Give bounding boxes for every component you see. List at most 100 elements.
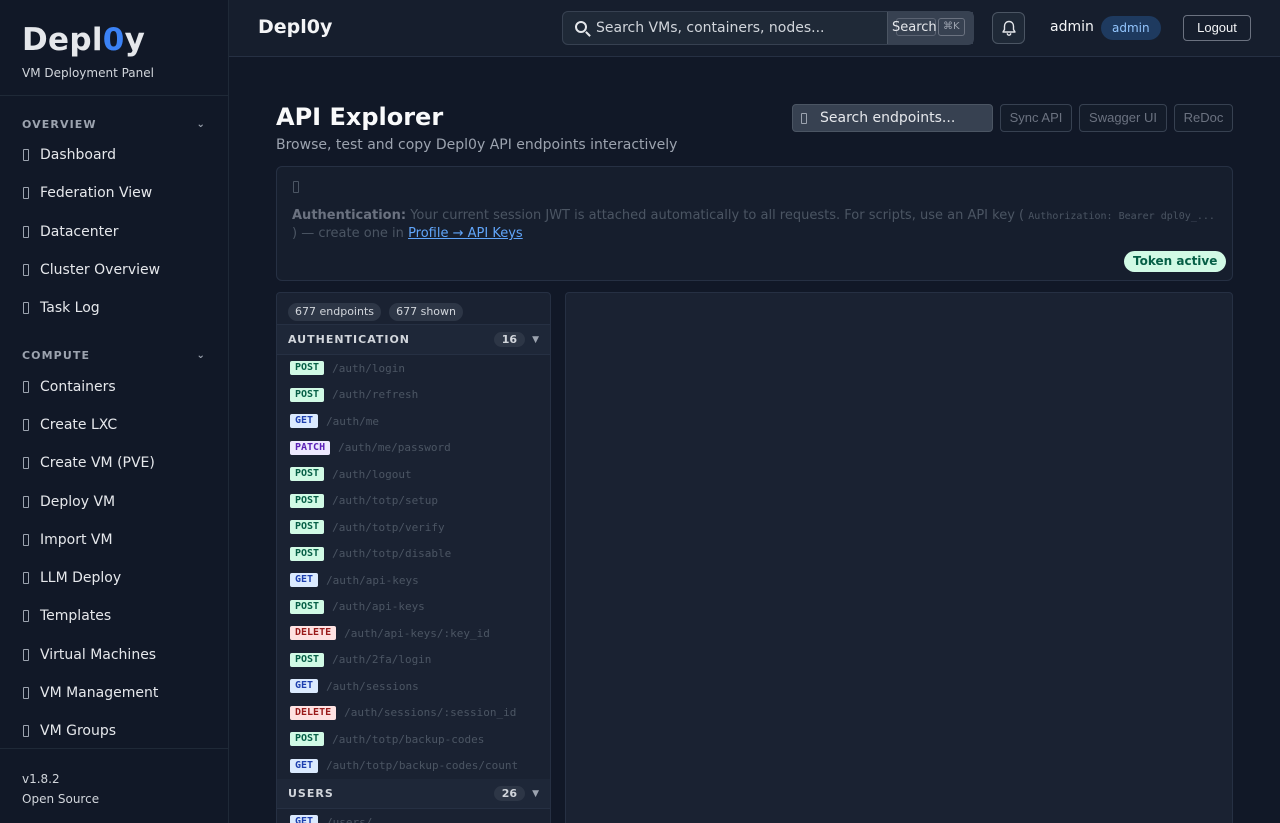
endpoint-row[interactable]: GET/auth/sessions (277, 673, 550, 700)
topbar-title: Depl0y (258, 16, 333, 38)
redoc-button[interactable]: ReDoc (1174, 104, 1233, 132)
brand: Depl0y VM Deployment Panel (0, 0, 228, 96)
sidebar-item-import-vm[interactable]: Import VM (22, 521, 206, 559)
sidebar-item-label: Virtual Machines (40, 646, 157, 663)
sidebar-item-templates[interactable]: Templates (22, 597, 206, 635)
endpoint-group-count: 16 (493, 332, 526, 347)
sidebar-item-cluster-overview[interactable]: Cluster Overview (22, 251, 206, 289)
method-badge: PATCH (290, 440, 331, 455)
endpoint-group-header-users[interactable]: USERS 26 ▼ (277, 779, 550, 809)
token-status-badge: Token active (1124, 251, 1227, 272)
bell-icon (1002, 20, 1016, 36)
sidebar-item-label: Deploy VM (40, 493, 116, 510)
sidebar-item-label: Import VM (40, 531, 113, 548)
nav-section-header[interactable]: COMPUTE ⌄ (22, 345, 206, 365)
endpoint-row[interactable]: GET/users/ (277, 809, 550, 823)
brand-subtitle: VM Deployment Panel (22, 66, 154, 80)
chevron-down-icon: ⌄ (196, 118, 206, 130)
endpoint-path: /auth/me (326, 414, 380, 428)
logout-button[interactable]: Logout (1183, 15, 1251, 41)
endpoint-path: /auth/api-keys/:key_id (344, 626, 490, 640)
method-badge: GET (290, 758, 319, 773)
sidebar: Depl0y VM Deployment Panel OVERVIEW ⌄ Dash… (0, 0, 229, 823)
auth-notice-card: Authentication: Your current session JWT… (276, 166, 1233, 281)
sidebar-item-create-lxc[interactable]: Create LXC (22, 406, 206, 444)
method-badge: GET (290, 815, 319, 823)
search-button[interactable]: Search ⌘K (887, 12, 973, 44)
brand-logo[interactable]: Depl0y (22, 22, 206, 58)
endpoint-path: /auth/totp/backup-codes/count (326, 759, 519, 773)
method-badge: GET (290, 679, 319, 694)
sidebar-item-llm-deploy[interactable]: LLM Deploy (22, 559, 206, 597)
endpoint-row[interactable]: POST/auth/2fa/login (277, 647, 550, 674)
role-badge: admin (1101, 16, 1161, 40)
auth-notice-text: Authentication: Your current session JWT… (292, 207, 1222, 242)
profile-api-keys-link[interactable]: Profile → API Keys (408, 226, 523, 241)
endpoint-row[interactable]: POST/auth/totp/verify (277, 514, 550, 541)
sidebar-nav: OVERVIEW ⌄ Dashboard Federation View Datacen… (0, 114, 228, 750)
endpoint-group-count: 26 (493, 786, 526, 801)
global-search-input[interactable]: Search VMs, containers, nodes... (596, 20, 825, 36)
sidebar-item-containers[interactable]: Containers (22, 367, 206, 405)
shortcut-key: ⌘K (938, 18, 965, 36)
sidebar-item-label: Create LXC (40, 416, 118, 433)
sidebar-item-label: VM Management (40, 685, 159, 701)
endpoint-detail-panel (565, 292, 1233, 823)
sidebar-item-label: Cluster Overview (40, 262, 161, 279)
main-content: API Explorer Browse, test and copy Depl0… (229, 57, 1280, 823)
search-icon (801, 113, 807, 124)
endpoint-row[interactable]: DELETE/auth/api-keys/:key_id (277, 620, 550, 647)
sidebar-item-vm-management[interactable]: VM Management (22, 674, 206, 712)
endpoint-path: /auth/totp/verify (332, 520, 445, 534)
endpoint-row[interactable]: GET/auth/totp/backup-codes/count (277, 753, 550, 780)
sidebar-item-deploy-vm[interactable]: Deploy VM (22, 482, 206, 520)
sidebar-item-datacenter[interactable]: Datacenter (22, 213, 206, 251)
endpoint-row[interactable]: POST/auth/totp/setup (277, 488, 550, 515)
deploy-vm-icon (23, 495, 29, 508)
nav-section-title: COMPUTE (22, 348, 91, 362)
endpoint-row[interactable]: POST/auth/logout (277, 461, 550, 488)
dashboard-icon (23, 149, 29, 162)
endpoint-row[interactable]: PATCH/auth/me/password (277, 435, 550, 462)
endpoint-row[interactable]: POST/auth/totp/disable (277, 541, 550, 568)
virtual-machines-icon (23, 648, 29, 661)
sidebar-item-virtual-machines[interactable]: Virtual Machines (22, 636, 206, 674)
vm-management-icon (23, 687, 29, 699)
endpoint-path: /auth/totp/backup-codes (332, 732, 485, 746)
endpoint-row[interactable]: GET/auth/api-keys (277, 567, 550, 594)
sidebar-item-task-log[interactable]: Task Log (22, 289, 206, 327)
sync-api-button[interactable]: Sync API (1000, 104, 1072, 132)
sidebar-item-label: Datacenter (40, 223, 119, 240)
endpoint-row[interactable]: POST/auth/refresh (277, 382, 550, 409)
notifications-button[interactable] (992, 12, 1025, 44)
user-name[interactable]: admin (1050, 19, 1094, 35)
endpoint-group-meta: 16 ▼ (493, 332, 539, 347)
swagger-ui-button[interactable]: Swagger UI (1079, 104, 1167, 132)
endpoint-row[interactable]: POST/auth/login (277, 355, 550, 382)
endpoint-row[interactable]: POST/auth/api-keys (277, 594, 550, 621)
sidebar-item-label: VM Groups (40, 723, 117, 740)
sidebar-item-create-vm-pve[interactable]: Create VM (PVE) (22, 444, 206, 482)
global-search[interactable]: Search VMs, containers, nodes... Search … (562, 11, 974, 45)
caret-down-icon: ▼ (532, 788, 539, 799)
endpoint-path: /auth/login (332, 361, 405, 375)
endpoint-row[interactable]: POST/auth/totp/backup-codes (277, 726, 550, 753)
auth-notice-body: Your current session JWT is attached aut… (410, 208, 1025, 223)
cluster-overview-icon (23, 264, 29, 277)
version-label: v1.8.2 (22, 772, 60, 786)
nav-section-header[interactable]: OVERVIEW ⌄ (22, 114, 206, 134)
containers-icon (23, 380, 29, 393)
endpoint-row[interactable]: DELETE/auth/sessions/:session_id (277, 700, 550, 727)
endpoint-groups: AUTHENTICATION 16 ▼ POST/auth/login POST/aut… (277, 325, 550, 823)
sidebar-item-dashboard[interactable]: Dashboard (22, 136, 206, 174)
nav-section-title: OVERVIEW (22, 117, 97, 131)
endpoint-search-input[interactable]: Search endpoints... (792, 104, 993, 132)
endpoint-group-header-authentication[interactable]: AUTHENTICATION 16 ▼ (277, 325, 550, 355)
endpoint-path: /auth/2fa/login (332, 653, 432, 667)
sidebar-item-vm-groups[interactable]: VM Groups (22, 712, 206, 750)
sidebar-item-label: Containers (40, 378, 116, 395)
endpoint-row[interactable]: GET/auth/me (277, 408, 550, 435)
method-badge: POST (290, 387, 325, 402)
sidebar-item-federation-view[interactable]: Federation View (22, 174, 206, 212)
endpoint-shown-pill: 677 shown (389, 303, 463, 321)
